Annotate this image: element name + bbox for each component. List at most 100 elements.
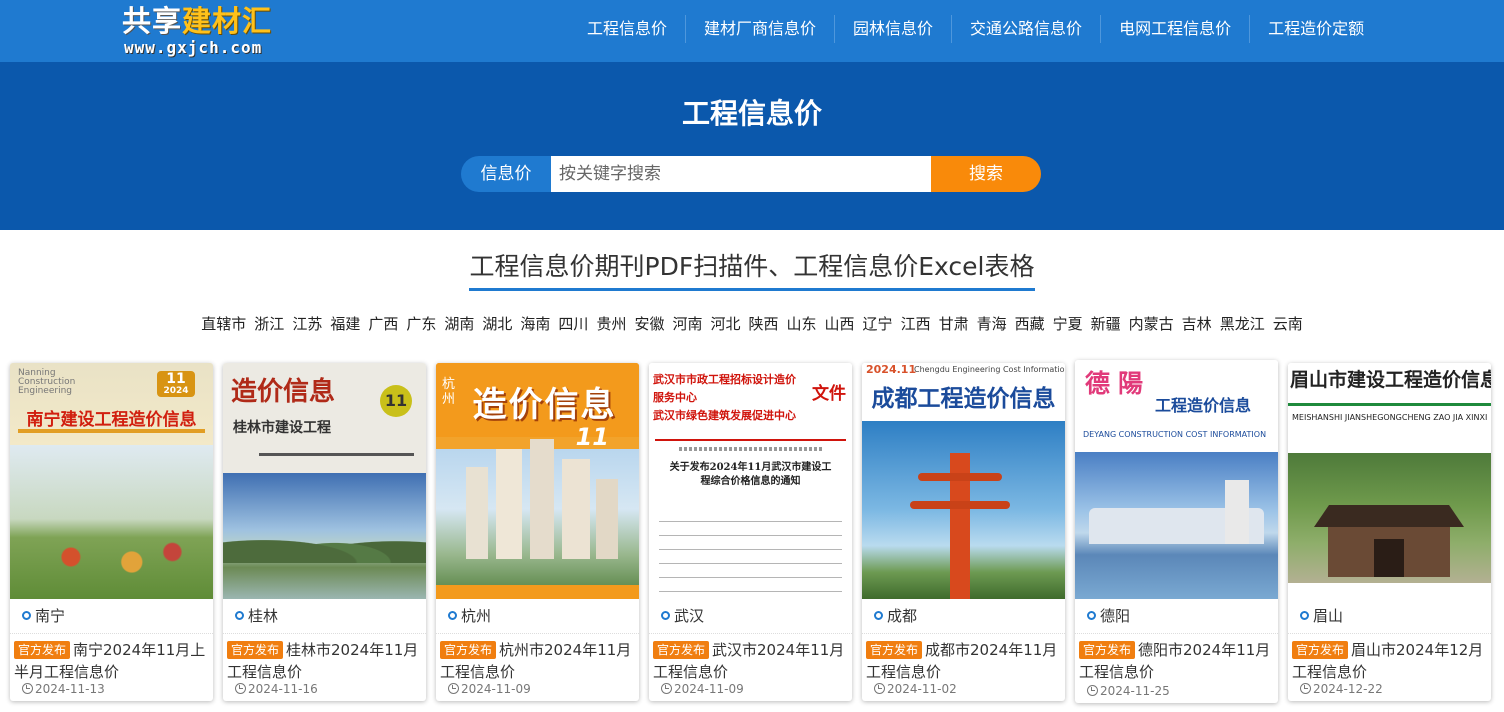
card-meishan[interactable]: 眉山市建设工程造价信息 MEISHANSHI JIANSHEGONGCHENG … bbox=[1288, 363, 1491, 701]
cover-english-title: DEYANG CONSTRUCTION COST INFORMATION bbox=[1083, 430, 1267, 439]
card-date-text: 2024-11-16 bbox=[248, 682, 318, 696]
card-nanning[interactable]: Nanning Construction Engineering 11 2024 南宁… bbox=[10, 363, 213, 701]
location-dot-icon bbox=[1300, 611, 1309, 620]
card-title[interactable]: 官方发布 杭州市2024年11月工程信息价 bbox=[436, 634, 639, 683]
region-link[interactable]: 辽宁 bbox=[863, 313, 893, 335]
location-dot-icon bbox=[661, 611, 670, 620]
card-title[interactable]: 官方发布 桂林市2024年11月工程信息价 bbox=[223, 634, 426, 683]
region-link[interactable]: 内蒙古 bbox=[1129, 313, 1174, 335]
region-link[interactable]: 海南 bbox=[520, 313, 550, 335]
nav-item-engineering-price[interactable]: 工程信息价 bbox=[569, 15, 685, 43]
region-link[interactable]: 西藏 bbox=[1015, 313, 1045, 335]
search-category-tag[interactable]: 信息价 bbox=[461, 156, 551, 192]
cover-image[interactable]: 德陽 工程造价信息 DEYANG CONSTRUCTION COST INFOR… bbox=[1075, 360, 1278, 599]
card-date: 2024-11-16 bbox=[235, 682, 318, 696]
card-deyang[interactable]: 德陽 工程造价信息 DEYANG CONSTRUCTION COST INFOR… bbox=[1075, 360, 1278, 703]
card-date: 2024-11-25 bbox=[1087, 684, 1170, 698]
card-date-text: 2024-11-25 bbox=[1100, 684, 1170, 698]
location-dot-icon bbox=[448, 611, 457, 620]
cover-image[interactable]: 眉山市建设工程造价信息 MEISHANSHI JIANSHEGONGCHENG … bbox=[1288, 363, 1491, 599]
cover-image[interactable]: 武汉市市政工程招标设计造价服务中心 武汉市绿色建筑发展促进中心 文件 关于发布20… bbox=[649, 363, 852, 599]
card-title[interactable]: 官方发布 武汉市2024年11月工程信息价 bbox=[649, 634, 852, 683]
region-link[interactable]: 陕西 bbox=[749, 313, 779, 335]
region-link[interactable]: 山东 bbox=[787, 313, 817, 335]
region-link[interactable]: 山西 bbox=[825, 313, 855, 335]
site-logo[interactable]: 共享建材汇 www.gxjch.com bbox=[122, 4, 298, 58]
region-link[interactable]: 贵州 bbox=[596, 313, 626, 335]
region-link[interactable]: 江苏 bbox=[292, 313, 322, 335]
card-wuhan[interactable]: 武汉市市政工程招标设计造价服务中心 武汉市绿色建筑发展促进中心 文件 关于发布20… bbox=[649, 363, 852, 701]
card-city-label: 眉山 bbox=[1313, 607, 1344, 625]
region-link[interactable]: 宁夏 bbox=[1053, 313, 1083, 335]
cover-line2: 武汉市绿色建筑发展促进中心 bbox=[653, 409, 796, 422]
official-badge: 官方发布 bbox=[866, 641, 923, 659]
region-link[interactable]: 黑龙江 bbox=[1220, 313, 1265, 335]
region-link[interactable]: 浙江 bbox=[254, 313, 284, 335]
search-input[interactable] bbox=[551, 156, 931, 192]
card-date: 2024-11-13 bbox=[22, 682, 105, 696]
clock-icon bbox=[1300, 683, 1311, 694]
card-city-label: 德阳 bbox=[1100, 607, 1131, 625]
region-link[interactable]: 四川 bbox=[558, 313, 588, 335]
card-date-text: 2024-11-02 bbox=[887, 682, 957, 696]
official-badge: 官方发布 bbox=[440, 641, 497, 659]
cover-image[interactable]: 2024.11 Chengdu Engineering Cost Informa… bbox=[862, 363, 1065, 599]
card-title[interactable]: 官方发布 眉山市2024年12月工程信息价 bbox=[1288, 634, 1491, 683]
clock-icon bbox=[874, 683, 885, 694]
region-link[interactable]: 安徽 bbox=[634, 313, 664, 335]
card-chengdu[interactable]: 2024.11 Chengdu Engineering Cost Informa… bbox=[862, 363, 1065, 701]
card-title[interactable]: 官方发布 成都市2024年11月工程信息价 bbox=[862, 634, 1065, 683]
card-city-label: 成都 bbox=[887, 607, 918, 625]
card-title[interactable]: 官方发布 德阳市2024年11月工程信息价 bbox=[1075, 634, 1278, 683]
nav-item-cost-quota[interactable]: 工程造价定额 bbox=[1249, 15, 1382, 43]
region-link[interactable]: 江西 bbox=[901, 313, 931, 335]
nav-item-garden-price[interactable]: 园林信息价 bbox=[834, 15, 951, 43]
card-city: 德阳 bbox=[1075, 599, 1278, 634]
section-title: 工程信息价期刊PDF扫描件、工程信息价Excel表格 bbox=[468, 247, 1036, 291]
location-dot-icon bbox=[1087, 611, 1096, 620]
cover-image[interactable]: Nanning Construction Engineering 11 2024 南宁… bbox=[10, 363, 213, 599]
region-link[interactable]: 新疆 bbox=[1091, 313, 1121, 335]
region-link[interactable]: 湖北 bbox=[482, 313, 512, 335]
section-header: 工程信息价期刊PDF扫描件、工程信息价Excel表格 bbox=[0, 247, 1504, 291]
cover-title: 南宁建设工程造价信息 bbox=[26, 410, 197, 430]
region-link[interactable]: 河南 bbox=[672, 313, 702, 335]
card-city-label: 南宁 bbox=[35, 607, 66, 625]
clock-icon bbox=[1087, 685, 1098, 696]
location-dot-icon bbox=[22, 611, 31, 620]
cover-top-date: 2024.11 bbox=[866, 363, 917, 376]
cover-notice: 关于发布2024年11月武汉市建设工程综合价格信息的通知 bbox=[669, 462, 832, 487]
cover-doc-tag: 文件 bbox=[812, 384, 846, 404]
card-city: 武汉 bbox=[649, 599, 852, 634]
region-link[interactable]: 河北 bbox=[710, 313, 740, 335]
region-link[interactable]: 广东 bbox=[406, 313, 436, 335]
cover-image[interactable]: 造价信息 11 桂林市建设工程 bbox=[223, 363, 426, 599]
cover-subtitle: 桂林市建设工程 bbox=[233, 420, 331, 436]
card-hangzhou[interactable]: 杭州 造价信息 11 杭州 官方发布 杭州市2024年11月工程信息价 2024-… bbox=[436, 363, 639, 701]
nav-item-highway-price[interactable]: 交通公路信息价 bbox=[951, 15, 1100, 43]
region-link[interactable]: 福建 bbox=[330, 313, 360, 335]
nav-item-manufacturer-price[interactable]: 建材厂商信息价 bbox=[685, 15, 834, 43]
official-badge: 官方发布 bbox=[1079, 641, 1136, 659]
search-button[interactable]: 搜索 bbox=[931, 156, 1041, 192]
region-link[interactable]: 直辖市 bbox=[201, 313, 246, 335]
region-link[interactable]: 广西 bbox=[368, 313, 398, 335]
logo-text-white: 共享 bbox=[122, 4, 183, 38]
nav-item-power-grid-price[interactable]: 电网工程信息价 bbox=[1100, 15, 1249, 43]
region-link[interactable]: 吉林 bbox=[1182, 313, 1212, 335]
location-dot-icon bbox=[235, 611, 244, 620]
region-link[interactable]: 云南 bbox=[1273, 313, 1303, 335]
region-link[interactable]: 湖南 bbox=[444, 313, 474, 335]
cover-image[interactable]: 杭州 造价信息 11 bbox=[436, 363, 639, 599]
card-guilin[interactable]: 造价信息 11 桂林市建设工程 桂林 官方发布 桂林市2024年11月工程信息价 … bbox=[223, 363, 426, 701]
clock-icon bbox=[22, 683, 33, 694]
region-link[interactable]: 青海 bbox=[977, 313, 1007, 335]
hero-banner: 工程信息价 信息价 搜索 bbox=[0, 62, 1504, 230]
cover-english-title: MEISHANSHI JIANSHEGONGCHENG ZAO JIA XINX… bbox=[1292, 413, 1488, 422]
region-link[interactable]: 甘肃 bbox=[939, 313, 969, 335]
official-badge: 官方发布 bbox=[1292, 641, 1349, 659]
cover-title: 眉山市建设工程造价信息 bbox=[1290, 369, 1491, 391]
logo-text-yellow: 建材汇 bbox=[182, 4, 273, 38]
card-title[interactable]: 官方发布 南宁2024年11月上半月工程信息价 bbox=[10, 634, 213, 683]
cover-issue: 11 bbox=[166, 371, 186, 387]
